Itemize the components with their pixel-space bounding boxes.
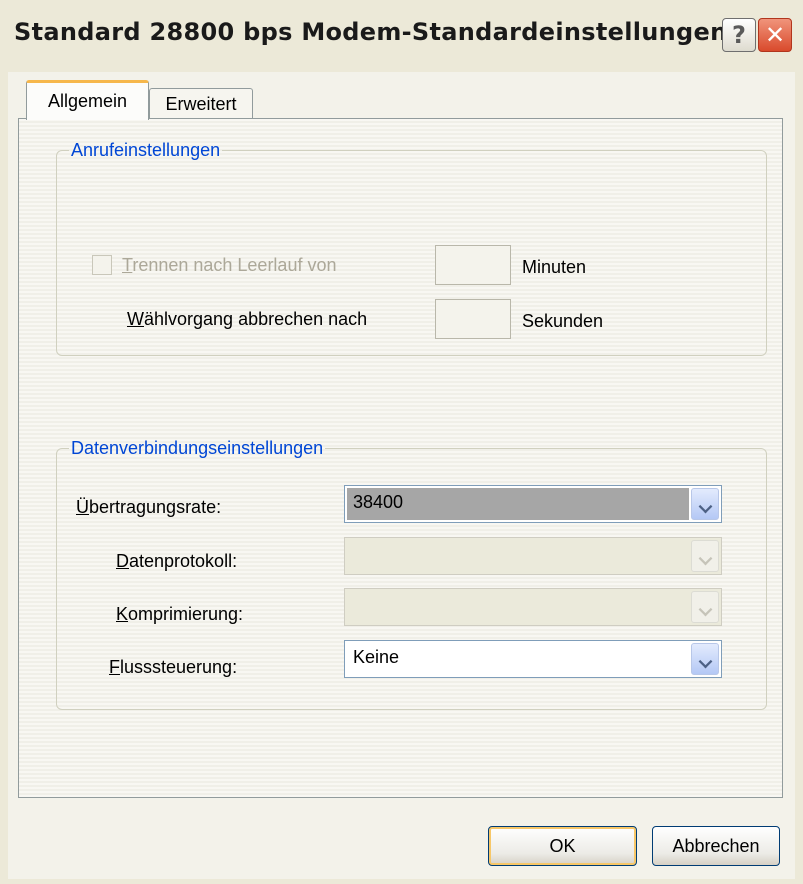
data-protocol-select[interactable] [344,537,722,575]
cancel-dial-seconds-input[interactable] [435,299,511,339]
compression-dropdown-button[interactable] [691,591,719,623]
cancel-dial-label-text: ählvorgang abbrechen nach [144,309,368,329]
cancel-dial-label: Wählvorgang abbrechen nach [127,309,368,329]
flow-control-select[interactable]: Keine [344,640,722,678]
disconnect-idle-label: Trennen nach Leerlauf von [122,255,337,275]
data-protocol-label: Datenprotokoll: [116,551,238,571]
flow-control-value: Keine [353,647,400,667]
data-protocol-dropdown-button[interactable] [691,540,719,572]
flow-control-label-text: lusssteuerung: [120,657,238,677]
help-button[interactable]: ? [722,18,756,52]
compression-select[interactable] [344,588,722,626]
close-button[interactable]: ✕ [758,18,792,52]
title-bar: Standard 28800 bps Modem-Standardeinstel… [0,0,803,80]
baud-rate-select[interactable]: 38400 [344,485,722,523]
chevron-down-icon [698,602,713,617]
compression-label-text: omprimierung: [128,604,244,624]
minutes-unit-label: Minuten [522,257,587,277]
flow-control-dropdown-button[interactable] [691,643,719,675]
baud-rate-value: 38400 [353,492,404,512]
seconds-unit-label: Sekunden [522,311,604,331]
baud-rate-label: Übertragungsrate: [76,497,222,517]
window-title: Standard 28800 bps Modem-Standardeinstel… [14,18,728,46]
chevron-down-icon [698,551,713,566]
call-settings-legend: Anrufeinstellungen [71,140,221,160]
data-protocol-label-text: atenprotokoll: [129,551,238,571]
compression-label: Komprimierung: [116,604,244,624]
disconnect-idle-checkbox[interactable] [92,255,112,275]
flow-control-label: Flusssteuerung: [109,657,238,677]
tab-erweitert[interactable]: Erweitert [149,88,253,120]
data-connection-legend: Datenverbindungseinstellungen [71,438,324,458]
cancel-button[interactable]: Abbrechen [652,826,780,866]
tab-allgemein[interactable]: Allgemein [26,80,149,120]
baud-rate-dropdown-button[interactable] [691,488,719,520]
baud-rate-label-text: bertragungsrate: [89,497,222,517]
disconnect-idle-label-text: rennen nach Leerlauf von [132,255,337,275]
chevron-down-icon [698,499,713,514]
disconnect-idle-minutes-input[interactable] [435,245,511,285]
chevron-down-icon [698,654,713,669]
ok-button[interactable]: OK [488,826,637,866]
